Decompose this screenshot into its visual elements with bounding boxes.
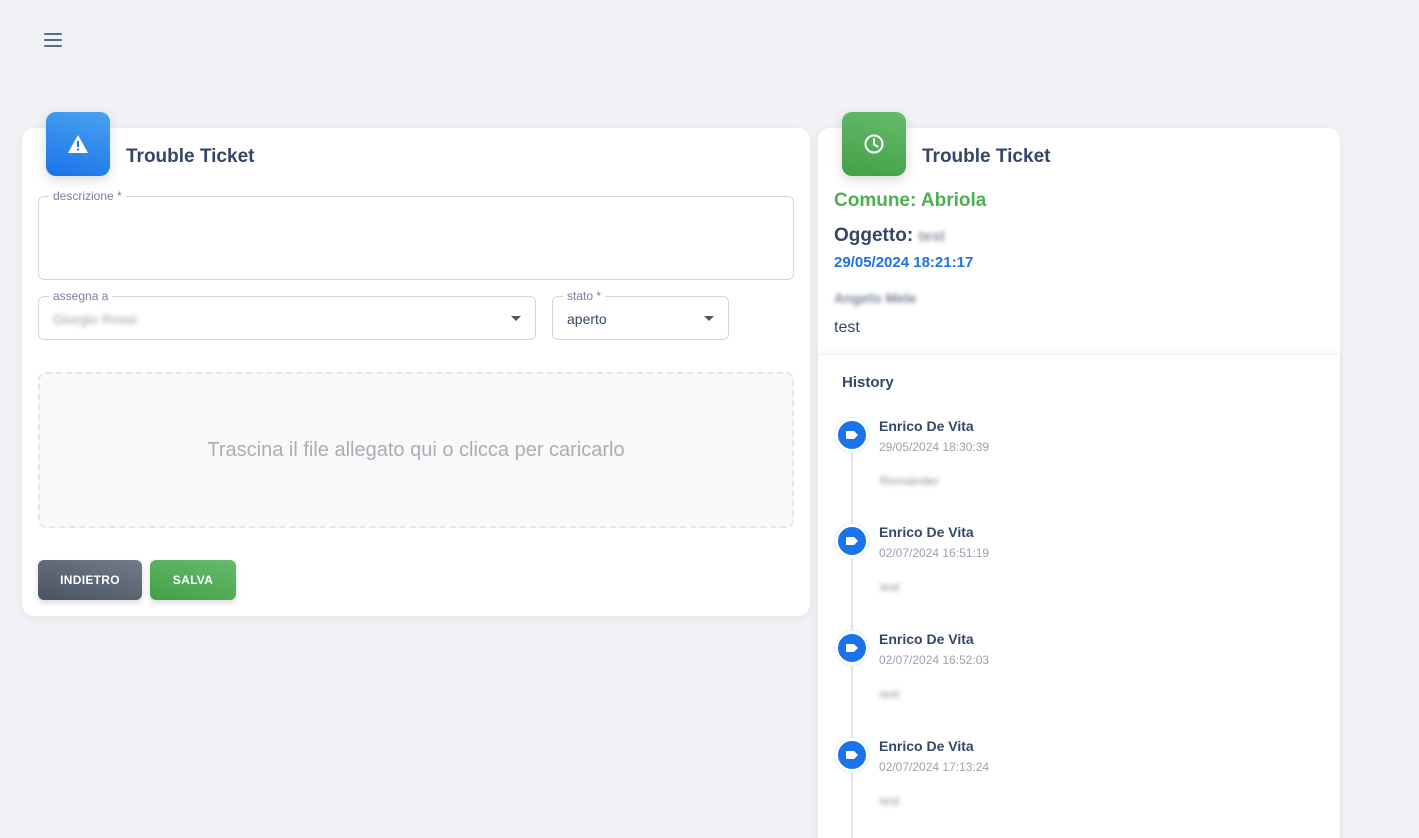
history-section: History Enrico De Vita 29/05/2024 18:30:… (818, 354, 1340, 838)
timeline-item: Enrico De Vita 29/05/2024 18:30:39 Remai… (818, 418, 1338, 518)
chevron-down-icon (511, 316, 521, 321)
trouble-ticket-form-card: Trouble Ticket descrizione * assegna a G… (22, 112, 810, 616)
form-card-title: Trouble Ticket (126, 146, 255, 167)
timeline-date: 02/07/2024 16:51:19 (879, 546, 990, 560)
timeline-date: 02/07/2024 17:13:24 (879, 760, 990, 774)
timeline-item: Enrico De Vita 02/07/2024 16:52:03 test (818, 631, 1338, 731)
warning-icon (46, 112, 110, 176)
assegna-value: Giorgio Rossi (53, 311, 138, 327)
timeline-author: Enrico De Vita (879, 418, 974, 434)
label-tag-icon (835, 524, 869, 558)
trouble-ticket-detail-card: Trouble Ticket Comune: Abriola Oggetto: … (818, 112, 1340, 838)
stato-select[interactable]: stato * aperto (552, 289, 729, 340)
oggetto-line: Oggetto: test (834, 225, 945, 247)
ticket-date: 29/05/2024 18:21:17 (834, 254, 974, 271)
history-title: History (842, 374, 894, 391)
timeline-item: Enrico De Vita 02/07/2024 16:51:19 test (818, 524, 1338, 624)
label-tag-icon (835, 418, 869, 452)
hamburger-menu-icon[interactable] (44, 30, 66, 50)
timeline-note: Remainder (880, 474, 939, 488)
timeline-author: Enrico De Vita (879, 738, 974, 754)
save-button[interactable]: SALVA (150, 560, 236, 600)
comune-text: Comune: Abriola (834, 190, 987, 211)
assegnato-text: Angelo Mele (834, 290, 917, 306)
back-button[interactable]: INDIETRO (38, 560, 142, 600)
timeline-date: 29/05/2024 18:30:39 (879, 440, 990, 454)
timeline-item: Enrico De Vita 02/07/2024 17:13:24 test (818, 738, 1338, 838)
descrizione-field[interactable]: descrizione * (38, 189, 794, 280)
timeline-author: Enrico De Vita (879, 631, 974, 647)
ticket-description: test (834, 319, 860, 336)
assegna-label: assegna a (49, 289, 113, 303)
dropzone-text: Trascina il file allegato qui o clicca p… (207, 438, 625, 461)
chevron-down-icon (704, 316, 714, 321)
detail-card-title: Trouble Ticket (922, 146, 1051, 167)
oggetto-label: Oggetto: (834, 225, 914, 246)
label-tag-icon (835, 738, 869, 772)
timeline-note: test (880, 794, 900, 808)
timeline-date: 02/07/2024 16:52:03 (879, 653, 990, 667)
stato-value: aperto (567, 311, 607, 327)
timeline-note: test (880, 687, 900, 701)
file-dropzone[interactable]: Trascina il file allegato qui o clicca p… (38, 372, 794, 528)
descrizione-label: descrizione * (49, 189, 126, 203)
timeline-author: Enrico De Vita (879, 524, 974, 540)
oggetto-value: test (918, 228, 946, 245)
label-tag-icon (835, 631, 869, 665)
assegna-select[interactable]: assegna a Giorgio Rossi (38, 289, 536, 340)
timeline-note: test (880, 580, 900, 594)
stato-label: stato * (563, 289, 606, 303)
clock-icon (842, 112, 906, 176)
